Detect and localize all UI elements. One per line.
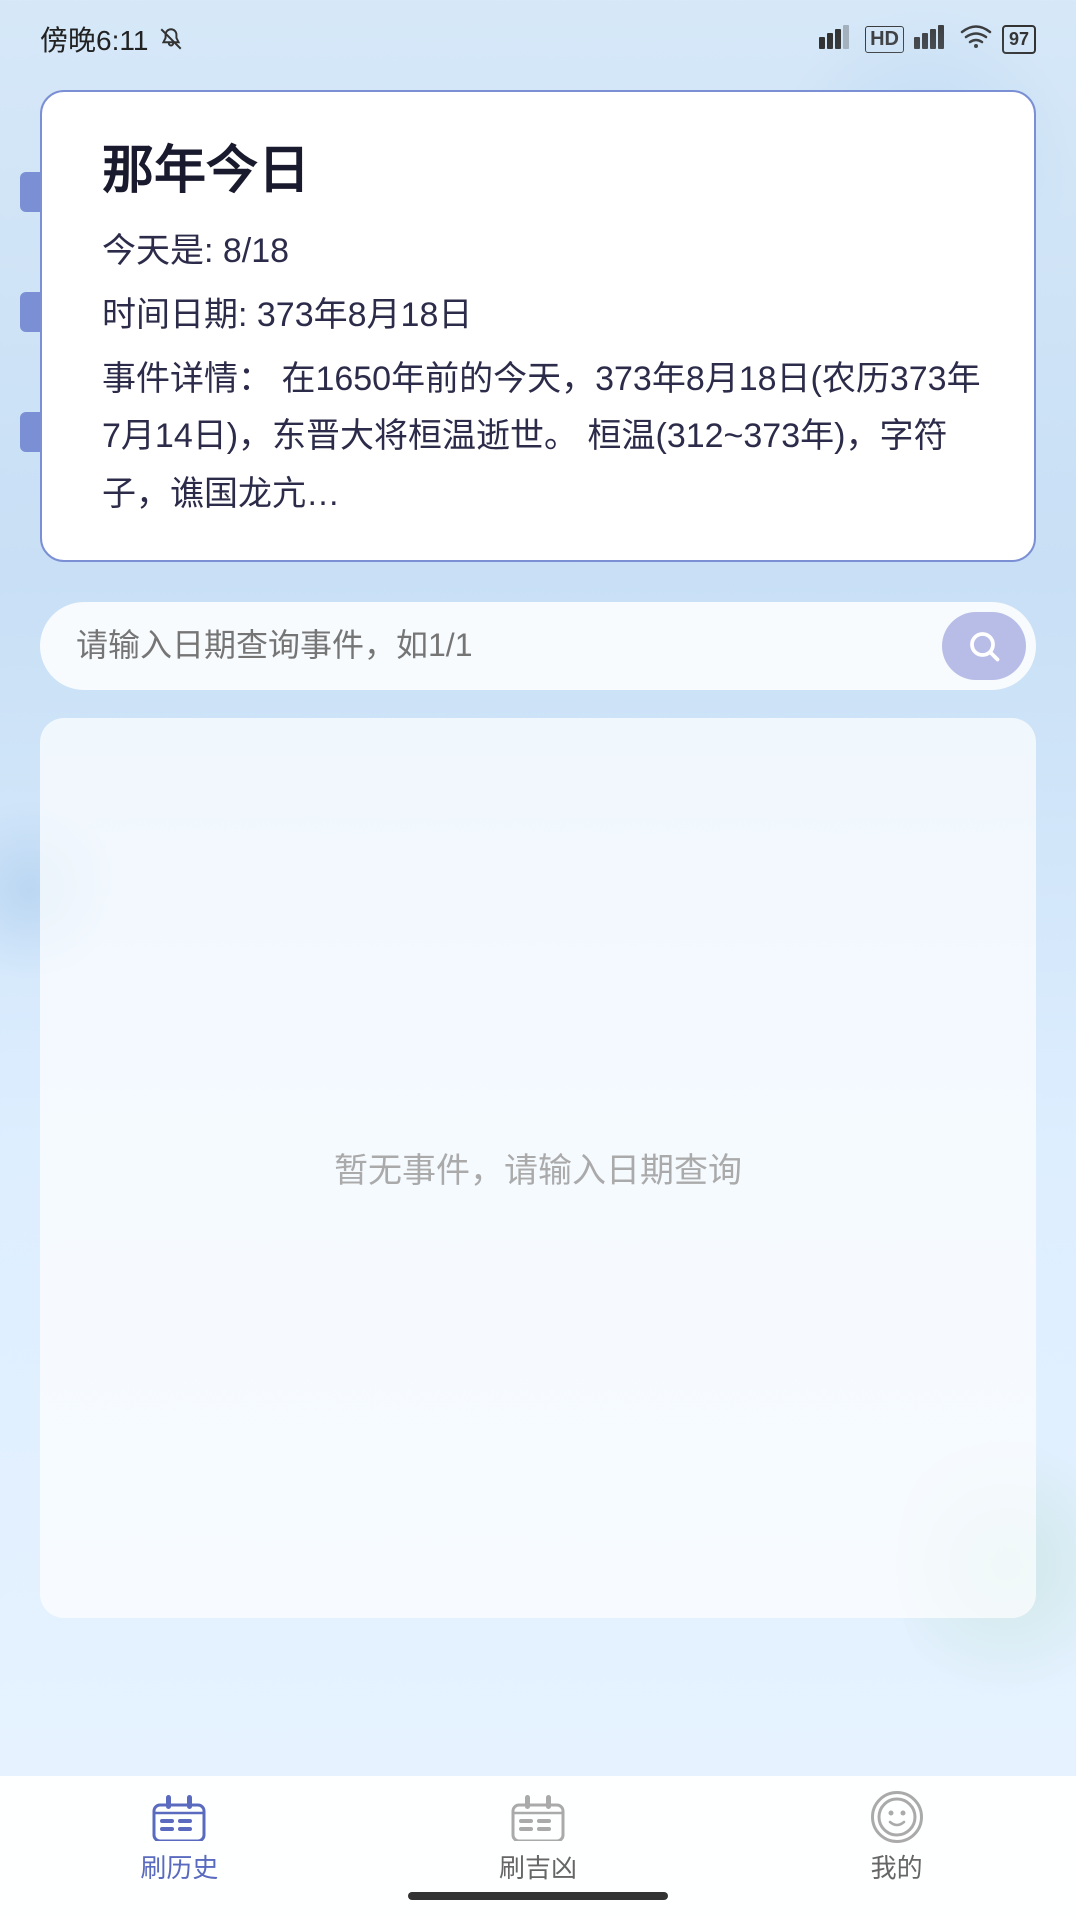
wifi-icon [960, 23, 992, 55]
main-content: 那年今日 今天是: 8/18 时间日期: 373年8月18日 事件详情： 在16… [0, 70, 1076, 1618]
card-handle-1 [20, 172, 42, 212]
search-bar [40, 602, 1036, 690]
nav-item-mine[interactable]: 我的 [717, 1792, 1076, 1885]
face-icon [871, 1791, 923, 1843]
card-detail-label: 事件详情： [102, 360, 272, 398]
nav-item-fortune[interactable]: 刷吉凶 [359, 1792, 718, 1885]
search-icon [966, 628, 1002, 664]
battery-level: 97 [1002, 25, 1036, 54]
home-indicator [408, 1892, 668, 1900]
status-bar: 傍晚6:11 HD [0, 0, 1076, 70]
battery-indicator: 97 [1002, 25, 1036, 54]
card-time-date: 时间日期: 373年8月18日 [102, 287, 990, 345]
mine-nav-icon [865, 1792, 929, 1842]
card-event-detail: 事件详情： 在1650年前的今天，373年8月18日(农历373年7月14日)，… [102, 351, 990, 524]
search-area [40, 602, 1036, 690]
cellular-signal [819, 23, 855, 49]
status-icons: HD 97 [819, 23, 1036, 55]
result-panel: 暂无事件，请输入日期查询 [40, 718, 1036, 1618]
card-title: 那年今日 [102, 128, 990, 203]
fortune-nav-icon [506, 1792, 570, 1842]
card-handle-2 [20, 292, 42, 332]
empty-state-text: 暂无事件，请输入日期查询 [334, 1143, 742, 1192]
bottom-nav: 刷历史 刷吉凶 [0, 1776, 1076, 1916]
nav-label-history: 刷历史 [140, 1848, 218, 1885]
signal-2-icon [914, 23, 950, 55]
card-handle-3 [20, 412, 42, 452]
card-today-date: 今天是: 8/18 [102, 223, 990, 281]
search-input[interactable] [76, 627, 942, 664]
signal-icon [819, 23, 855, 55]
time-label: 傍晚6:11 [40, 19, 148, 59]
notification-icon [158, 26, 184, 52]
nav-item-history[interactable]: 刷历史 [0, 1792, 359, 1885]
cellular-signal-2 [914, 23, 950, 49]
history-nav-icon [147, 1792, 211, 1842]
search-button[interactable] [942, 612, 1026, 680]
today-card: 那年今日 今天是: 8/18 时间日期: 373年8月18日 事件详情： 在16… [40, 90, 1036, 562]
hd-badge: HD [865, 26, 904, 53]
nav-label-fortune: 刷吉凶 [499, 1848, 577, 1885]
nav-label-mine: 我的 [871, 1848, 923, 1885]
status-time: 傍晚6:11 [40, 19, 184, 59]
